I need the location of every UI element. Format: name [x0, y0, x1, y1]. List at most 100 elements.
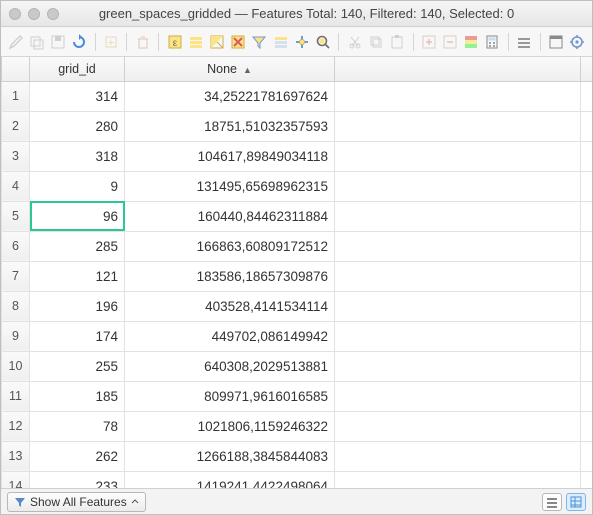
- table-row[interactable]: 12781021806,1159246322: [2, 411, 593, 441]
- table-row[interactable]: 10255640308,2029513881: [2, 351, 593, 381]
- table-row[interactable]: 6285166863,60809172512: [2, 231, 593, 261]
- cut-icon[interactable]: [346, 32, 363, 52]
- cell-none[interactable]: 809971,9616016585: [125, 381, 335, 411]
- row-number-cell[interactable]: 12: [2, 411, 30, 441]
- row-number-cell[interactable]: 6: [2, 231, 30, 261]
- cell-none[interactable]: 34,25221781697624: [125, 81, 335, 111]
- cell-scrollbar-gap: [581, 291, 593, 321]
- cell-grid-id[interactable]: 280: [30, 111, 125, 141]
- cell-grid-id[interactable]: 78: [30, 411, 125, 441]
- table-row[interactable]: 228018751,51032357593: [2, 111, 593, 141]
- dock-icon[interactable]: [548, 32, 565, 52]
- toolbar: + ε: [1, 27, 592, 57]
- header-scrollbar-gap: [581, 57, 593, 81]
- cell-none[interactable]: 160440,84462311884: [125, 201, 335, 231]
- filter-features-button[interactable]: Show All Features: [7, 492, 146, 512]
- paste-icon[interactable]: [388, 32, 405, 52]
- row-number-cell[interactable]: 13: [2, 441, 30, 471]
- field-calculator-icon[interactable]: [484, 32, 501, 52]
- table-view-button[interactable]: [566, 493, 586, 511]
- table-row[interactable]: 49131495,65698962315: [2, 171, 593, 201]
- cell-none[interactable]: 1266188,3845844083: [125, 441, 335, 471]
- row-number-cell[interactable]: 10: [2, 351, 30, 381]
- statusbar: Show All Features: [1, 488, 592, 514]
- form-view-button[interactable]: [542, 493, 562, 511]
- cell-none[interactable]: 18751,51032357593: [125, 111, 335, 141]
- add-feature-icon[interactable]: +: [102, 32, 119, 52]
- row-number-cell[interactable]: 5: [2, 201, 30, 231]
- table-row[interactable]: 11185809971,9616016585: [2, 381, 593, 411]
- cell-grid-id[interactable]: 262: [30, 441, 125, 471]
- header-rownum[interactable]: [2, 57, 30, 81]
- table-row[interactable]: 7121183586,18657309876: [2, 261, 593, 291]
- cell-grid-id[interactable]: 196: [30, 291, 125, 321]
- row-number-cell[interactable]: 8: [2, 291, 30, 321]
- table-area[interactable]: grid_id None 131434,25221781697624228018…: [1, 57, 592, 488]
- row-number-cell[interactable]: 4: [2, 171, 30, 201]
- row-number-cell[interactable]: 1: [2, 81, 30, 111]
- table-row[interactable]: 596160440,84462311884: [2, 201, 593, 231]
- cell-grid-id[interactable]: 9: [30, 171, 125, 201]
- select-all-icon[interactable]: [187, 32, 204, 52]
- delete-selected-icon[interactable]: [134, 32, 151, 52]
- reload-icon[interactable]: [70, 32, 87, 52]
- cell-blank: [335, 411, 581, 441]
- save-edits-icon[interactable]: [49, 32, 66, 52]
- cell-grid-id[interactable]: 314: [30, 81, 125, 111]
- cell-none[interactable]: 183586,18657309876: [125, 261, 335, 291]
- cell-none[interactable]: 403528,4141534114: [125, 291, 335, 321]
- cell-scrollbar-gap: [581, 321, 593, 351]
- deselect-all-icon[interactable]: [230, 32, 247, 52]
- row-number-cell[interactable]: 7: [2, 261, 30, 291]
- cell-grid-id[interactable]: 96: [30, 201, 125, 231]
- row-number-cell[interactable]: 14: [2, 471, 30, 488]
- cell-grid-id[interactable]: 185: [30, 381, 125, 411]
- actions-icon[interactable]: [516, 32, 533, 52]
- header-grid-id[interactable]: grid_id: [30, 57, 125, 81]
- close-icon[interactable]: [9, 8, 21, 20]
- cell-none[interactable]: 449702,086149942: [125, 321, 335, 351]
- header-blank: [335, 57, 581, 81]
- cell-grid-id[interactable]: 233: [30, 471, 125, 488]
- cell-grid-id[interactable]: 121: [30, 261, 125, 291]
- table-row[interactable]: 9174449702,086149942: [2, 321, 593, 351]
- cell-scrollbar-gap: [581, 141, 593, 171]
- cell-grid-id[interactable]: 255: [30, 351, 125, 381]
- cell-none[interactable]: 166863,60809172512: [125, 231, 335, 261]
- cell-grid-id[interactable]: 318: [30, 141, 125, 171]
- cell-none[interactable]: 1419241,4422498064: [125, 471, 335, 488]
- cell-grid-id[interactable]: 174: [30, 321, 125, 351]
- row-number-cell[interactable]: 11: [2, 381, 30, 411]
- row-number-cell[interactable]: 9: [2, 321, 30, 351]
- invert-selection-icon[interactable]: [209, 32, 226, 52]
- multi-edit-icon[interactable]: [28, 32, 45, 52]
- cell-grid-id[interactable]: 285: [30, 231, 125, 261]
- titlebar[interactable]: green_spaces_gridded — Features Total: 1…: [1, 1, 592, 27]
- cell-blank: [335, 471, 581, 488]
- filter-selection-icon[interactable]: [251, 32, 268, 52]
- pan-to-selected-icon[interactable]: [293, 32, 310, 52]
- header-none[interactable]: None: [125, 57, 335, 81]
- table-row[interactable]: 142331419241,4422498064: [2, 471, 593, 488]
- table-row[interactable]: 3318104617,89849034118: [2, 141, 593, 171]
- minimize-icon[interactable]: [28, 8, 40, 20]
- move-selection-to-top-icon[interactable]: [272, 32, 289, 52]
- select-by-expression-icon[interactable]: ε: [166, 32, 183, 52]
- conditional-format-icon[interactable]: [463, 32, 480, 52]
- delete-field-icon[interactable]: [442, 32, 459, 52]
- cell-none[interactable]: 104617,89849034118: [125, 141, 335, 171]
- new-field-icon[interactable]: [420, 32, 437, 52]
- table-row[interactable]: 132621266188,3845844083: [2, 441, 593, 471]
- organize-columns-icon[interactable]: [569, 32, 586, 52]
- table-row[interactable]: 131434,25221781697624: [2, 81, 593, 111]
- row-number-cell[interactable]: 2: [2, 111, 30, 141]
- copy-icon[interactable]: [367, 32, 384, 52]
- cell-none[interactable]: 640308,2029513881: [125, 351, 335, 381]
- table-row[interactable]: 8196403528,4141534114: [2, 291, 593, 321]
- zoom-to-selected-icon[interactable]: [314, 32, 331, 52]
- toggle-editing-icon[interactable]: [7, 32, 24, 52]
- cell-none[interactable]: 131495,65698962315: [125, 171, 335, 201]
- cell-none[interactable]: 1021806,1159246322: [125, 411, 335, 441]
- zoom-icon[interactable]: [47, 8, 59, 20]
- row-number-cell[interactable]: 3: [2, 141, 30, 171]
